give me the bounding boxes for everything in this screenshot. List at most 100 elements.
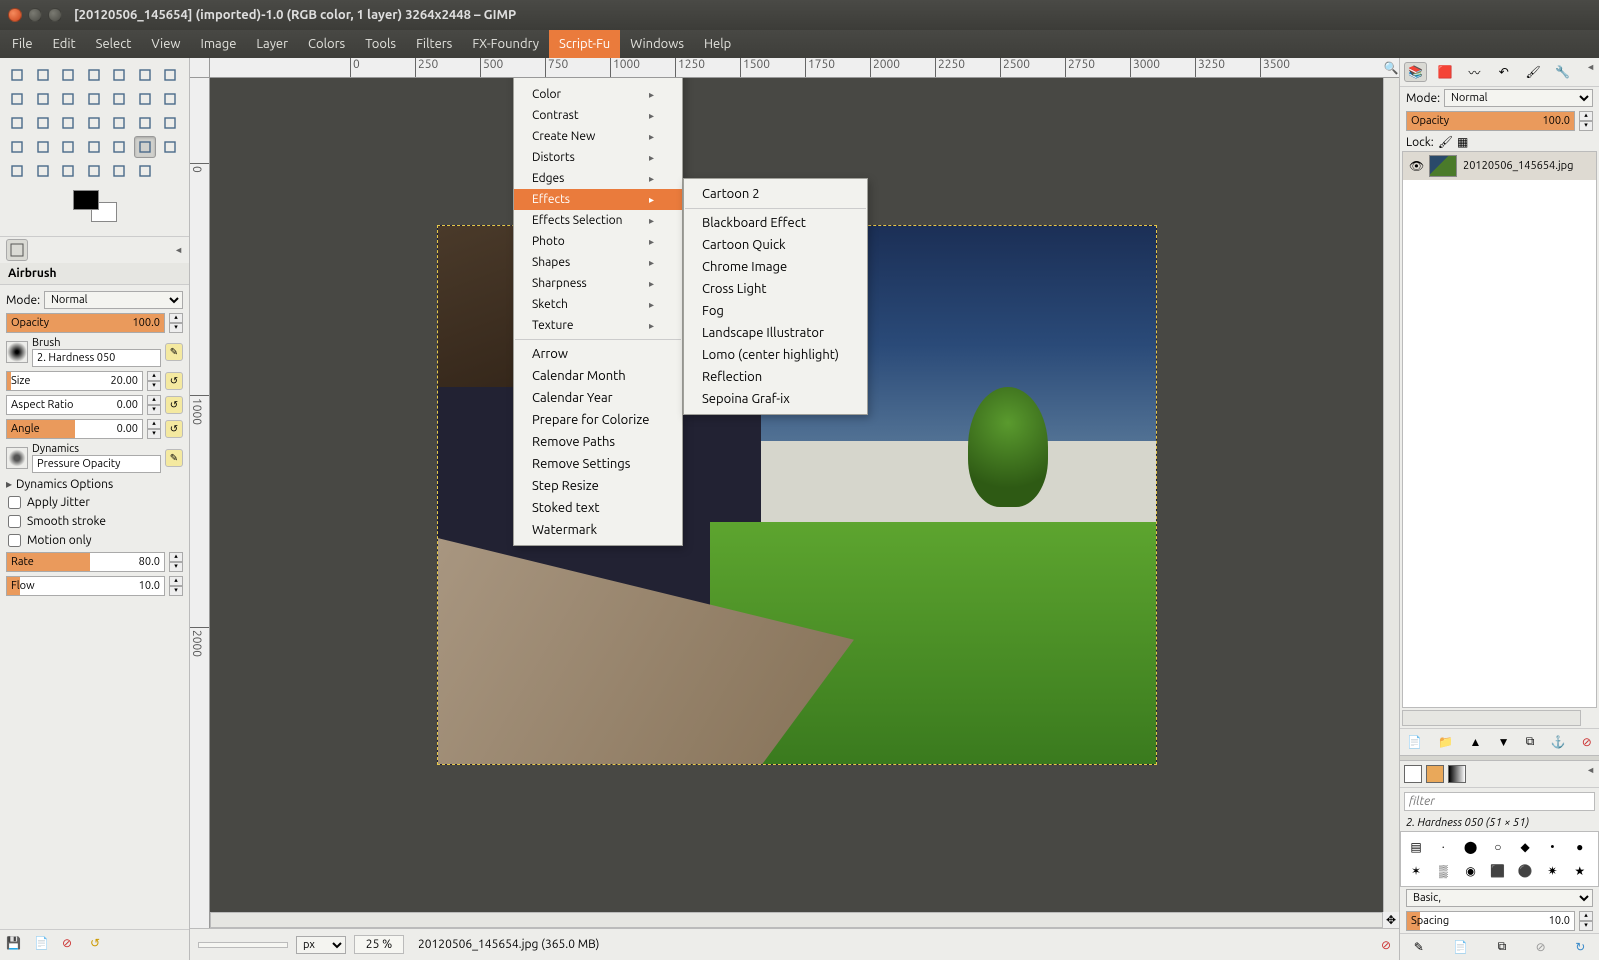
patterns-tab[interactable] (1426, 765, 1444, 783)
zoom-field[interactable]: 25 % (354, 935, 404, 954)
brush-thumb[interactable]: · (1432, 836, 1454, 858)
duplicate-layer-icon[interactable]: ⧉ (1526, 735, 1535, 749)
vertical-ruler[interactable]: 010002000 (190, 78, 210, 912)
pencil-icon[interactable] (57, 136, 79, 158)
panel-menu-icon[interactable]: ◄ (1586, 765, 1595, 783)
brush-thumb[interactable]: ◆ (1514, 836, 1536, 858)
menuitem-lomocenterhighlight[interactable]: Lomo (center highlight) (684, 344, 867, 366)
move-icon[interactable] (108, 88, 130, 110)
panel-menu-icon[interactable]: ◄ (174, 245, 183, 255)
undo-history-tab-icon[interactable]: ↶ (1492, 62, 1515, 82)
menuitem-stokedtext[interactable]: Stoked text (514, 497, 682, 519)
brushes-tab-icon[interactable]: 🖌 (1521, 62, 1544, 82)
paintbrush-icon[interactable] (83, 136, 105, 158)
smudge-icon[interactable] (108, 160, 130, 182)
horizontal-scrollbar[interactable] (210, 912, 1383, 928)
spacing-spinner[interactable]: ▴▾ (1579, 911, 1593, 931)
smooth-stroke-checkbox[interactable] (8, 515, 21, 528)
layer-row[interactable]: 👁 20120506_145654.jpg (1403, 152, 1596, 180)
brush-thumb[interactable]: ✷ (1541, 860, 1563, 882)
cage-icon[interactable] (134, 112, 156, 134)
anchor-layer-icon[interactable]: ⚓ (1551, 735, 1566, 749)
rotate-icon[interactable] (6, 112, 28, 134)
new-layer-icon[interactable]: 📄 (1407, 735, 1422, 749)
brush-thumb[interactable]: ● (1569, 836, 1591, 858)
shear-icon[interactable] (57, 112, 79, 134)
airbrush-icon[interactable] (134, 136, 156, 158)
fuzzy-select-icon[interactable] (83, 64, 105, 86)
menu-colors[interactable]: Colors (298, 30, 355, 58)
menuitem-photo[interactable]: Photo▸ (514, 231, 682, 252)
layer-name[interactable]: 20120506_145654.jpg (1463, 160, 1573, 172)
misc-tab-icon[interactable]: 🔧 (1551, 62, 1574, 82)
dynamics-field[interactable]: Pressure Opacity (32, 455, 161, 473)
brush-thumb[interactable]: ○ (1487, 836, 1509, 858)
motion-only-checkbox[interactable] (8, 534, 21, 547)
free-select-icon[interactable] (57, 64, 79, 86)
brush-preview-icon[interactable] (6, 341, 28, 363)
duplicate-brush-icon[interactable]: ⧉ (1498, 940, 1507, 954)
menuitem-cartoon[interactable]: Cartoon 2 (684, 183, 867, 205)
menuitem-arrow[interactable]: Arrow (514, 343, 682, 365)
aspect-spinner[interactable]: ▴▾ (147, 395, 161, 415)
menuitem-removesettings[interactable]: Remove Settings (514, 453, 682, 475)
menuitem-createnew[interactable]: Create New▸ (514, 126, 682, 147)
brush-preset-select[interactable]: Basic, (1406, 889, 1593, 907)
delete-preset-icon[interactable]: ⊘ (62, 936, 80, 954)
aspect-reset-button[interactable]: ↺ (165, 396, 183, 414)
lock-alpha-icon[interactable]: ▦ (1457, 135, 1468, 149)
brush-thumb[interactable]: • (1541, 836, 1563, 858)
menuitem-blackboardeffect[interactable]: Blackboard Effect (684, 212, 867, 234)
vertical-scrollbar[interactable] (1383, 78, 1399, 912)
menuitem-stepresize[interactable]: Step Resize (514, 475, 682, 497)
layers-hscroll[interactable] (1402, 710, 1581, 726)
angle-reset-button[interactable]: ↺ (165, 420, 183, 438)
blur-icon[interactable] (83, 160, 105, 182)
layer-visibility-icon[interactable]: 👁 (1409, 159, 1423, 173)
apply-jitter-checkbox[interactable] (8, 496, 21, 509)
layer-down-icon[interactable]: ▼ (1498, 735, 1510, 749)
mode-select[interactable]: Normal (44, 291, 183, 309)
layer-group-icon[interactable]: 📁 (1438, 735, 1453, 749)
rect-select-icon[interactable] (6, 64, 28, 86)
rate-spinner[interactable]: ▴▾ (169, 552, 183, 572)
menuitem-sketch[interactable]: Sketch▸ (514, 294, 682, 315)
flow-spinner[interactable]: ▴▾ (169, 576, 183, 596)
scale-icon[interactable] (32, 112, 54, 134)
foreground-color[interactable] (73, 190, 99, 210)
brush-thumb[interactable]: ⬤ (1460, 836, 1482, 858)
brush-grid[interactable]: ▤·⬤○◆•●✶▒◉⬛⚫✷★ (1400, 831, 1599, 887)
foreground-select-icon[interactable] (159, 64, 181, 86)
menuitem-fog[interactable]: Fog (684, 300, 867, 322)
new-brush-icon[interactable]: 📄 (1453, 940, 1468, 954)
spacing-slider[interactable]: Spacing 10.0 (1406, 911, 1575, 931)
brush-edit-button[interactable]: ✎ (165, 343, 183, 361)
crop-icon[interactable] (159, 88, 181, 110)
menu-select[interactable]: Select (86, 30, 142, 58)
menu-tools[interactable]: Tools (355, 30, 406, 58)
brush-thumb[interactable]: ⬛ (1487, 860, 1509, 882)
size-slider[interactable]: Size 20.00 (6, 371, 143, 391)
refresh-brushes-icon[interactable]: ↻ (1575, 940, 1585, 954)
reset-preset-icon[interactable]: ↺ (90, 936, 108, 954)
menu-windows[interactable]: Windows (620, 30, 694, 58)
menuitem-contrast[interactable]: Contrast▸ (514, 105, 682, 126)
layer-opacity-slider[interactable]: Opacity 100.0 (1406, 111, 1575, 131)
cancel-icon[interactable]: ⊘ (1381, 938, 1391, 952)
paths-tab-icon[interactable]: 〰 (1463, 62, 1486, 82)
aspect-ratio-slider[interactable]: Aspect Ratio 0.00 (6, 395, 143, 415)
ink-icon[interactable] (159, 136, 181, 158)
canvas-viewport[interactable]: Artist▸Color▸Contrast▸Create New▸Distort… (210, 78, 1383, 912)
menuitem-edges[interactable]: Edges▸ (514, 168, 682, 189)
paths-icon[interactable] (6, 88, 28, 110)
menu-filters[interactable]: Filters (406, 30, 462, 58)
zoom-icon[interactable] (57, 88, 79, 110)
brush-thumb[interactable]: ⚫ (1514, 860, 1536, 882)
menuitem-cartoonquick[interactable]: Cartoon Quick (684, 234, 867, 256)
save-preset-icon[interactable]: 💾 (6, 936, 24, 954)
layers-tab-icon[interactable]: 📚 (1404, 62, 1427, 82)
gradients-tab[interactable] (1448, 765, 1466, 783)
menuitem-texture[interactable]: Texture▸ (514, 315, 682, 336)
rate-slider[interactable]: Rate 80.0 (6, 552, 165, 572)
flip-icon[interactable] (108, 112, 130, 134)
